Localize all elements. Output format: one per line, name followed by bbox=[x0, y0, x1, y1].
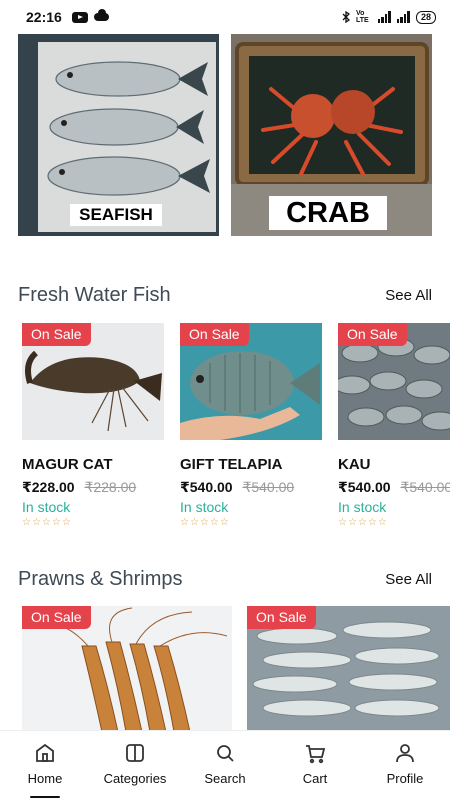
section-title: Fresh Water Fish bbox=[18, 284, 171, 306]
product-image: On Sale bbox=[338, 323, 450, 440]
app-screen: 22:16 Vo LTE 28 SEAFISH CRAB Fresh Water… bbox=[0, 0, 450, 800]
product-row-fresh-water-fish: On Sale MAGUR CAT ₹228.00 ₹228.00 In sto… bbox=[22, 323, 450, 533]
nav-label-cart: Cart bbox=[302, 771, 328, 786]
cloud-icon bbox=[93, 9, 109, 21]
rating-stars: ☆☆☆☆☆ bbox=[180, 517, 230, 528]
nav-profile[interactable]: Profile bbox=[360, 731, 450, 800]
product-old-price: ₹228.00 bbox=[84, 479, 137, 495]
product-row-prawns-shrimps: On Sale On Sale bbox=[22, 606, 450, 732]
nav-label-categories: Categories bbox=[103, 771, 167, 786]
banner-tile-crab[interactable]: CRAB bbox=[231, 34, 432, 236]
section-header-fresh-water-fish: Fresh Water Fish See All bbox=[18, 284, 432, 307]
on-sale-badge: On Sale bbox=[338, 323, 407, 346]
banner-label-seafish: SEAFISH bbox=[70, 204, 162, 226]
product-old-price: ₹540.00 bbox=[242, 479, 295, 495]
product-card-shrimps[interactable]: On Sale bbox=[247, 606, 450, 732]
nav-home[interactable]: Home bbox=[0, 731, 90, 800]
on-sale-badge: On Sale bbox=[22, 323, 91, 346]
product-name: KAU bbox=[338, 456, 371, 473]
nav-cart[interactable]: Cart bbox=[270, 731, 360, 800]
section-header-prawns-shrimps: Prawns & Shrimps See All bbox=[18, 568, 432, 591]
nav-categories[interactable]: Categories bbox=[90, 731, 180, 800]
product-card-gift-telapia[interactable]: On Sale GIFT TELAPIA ₹540.00 ₹540.00 In … bbox=[180, 323, 322, 528]
product-price: ₹540.00 bbox=[180, 479, 233, 495]
category-banner: SEAFISH CRAB bbox=[18, 34, 432, 236]
on-sale-badge: On Sale bbox=[180, 323, 249, 346]
stock-status: In stock bbox=[338, 499, 387, 515]
product-old-price: ₹540.00 bbox=[400, 479, 450, 495]
status-time: 22:16 bbox=[26, 9, 62, 25]
nav-label-search: Search bbox=[204, 771, 246, 786]
signal-icon-2 bbox=[396, 11, 410, 23]
product-price: ₹228.00 bbox=[22, 479, 75, 495]
bottom-navigation: Home Categories Search Cart Profile bbox=[0, 730, 450, 800]
nav-label-home: Home bbox=[27, 771, 63, 786]
youtube-icon bbox=[71, 11, 88, 23]
see-all-link[interactable]: See All bbox=[385, 571, 432, 588]
product-image: On Sale bbox=[22, 323, 164, 440]
product-price: ₹540.00 bbox=[338, 479, 391, 495]
nav-label-profile: Profile bbox=[386, 771, 424, 786]
stock-status: In stock bbox=[180, 499, 229, 515]
product-image: On Sale bbox=[180, 323, 322, 440]
section-title: Prawns & Shrimps bbox=[18, 568, 183, 590]
categories-icon bbox=[123, 741, 147, 765]
product-name: GIFT TELAPIA bbox=[180, 456, 283, 473]
nav-search[interactable]: Search bbox=[180, 731, 270, 800]
profile-icon bbox=[393, 741, 417, 765]
product-card-magur-cat[interactable]: On Sale MAGUR CAT ₹228.00 ₹228.00 In sto… bbox=[22, 323, 164, 528]
rating-stars: ☆☆☆☆☆ bbox=[22, 517, 72, 528]
product-card-kau[interactable]: On Sale KAU ₹540.00 ₹540.00 In stock ☆☆☆… bbox=[338, 323, 450, 528]
status-bar: 22:16 Vo LTE 28 bbox=[0, 0, 450, 34]
signal-icon bbox=[377, 11, 391, 23]
active-indicator bbox=[30, 796, 60, 798]
on-sale-badge: On Sale bbox=[247, 606, 316, 629]
product-name: MAGUR CAT bbox=[22, 456, 113, 473]
search-icon bbox=[213, 741, 237, 765]
cart-icon bbox=[303, 741, 327, 765]
on-sale-badge: On Sale bbox=[22, 606, 91, 629]
battery-icon: 28 bbox=[415, 10, 436, 24]
product-card-prawns[interactable]: On Sale bbox=[22, 606, 232, 732]
network-label: Vo LTE bbox=[355, 10, 369, 24]
stock-status: In stock bbox=[22, 499, 71, 515]
banner-label-crab: CRAB bbox=[269, 196, 387, 230]
bluetooth-icon bbox=[342, 11, 350, 23]
see-all-link[interactable]: See All bbox=[385, 287, 432, 304]
home-icon bbox=[33, 741, 57, 765]
rating-stars: ☆☆☆☆☆ bbox=[338, 517, 388, 528]
banner-tile-seafish[interactable]: SEAFISH bbox=[18, 34, 219, 236]
